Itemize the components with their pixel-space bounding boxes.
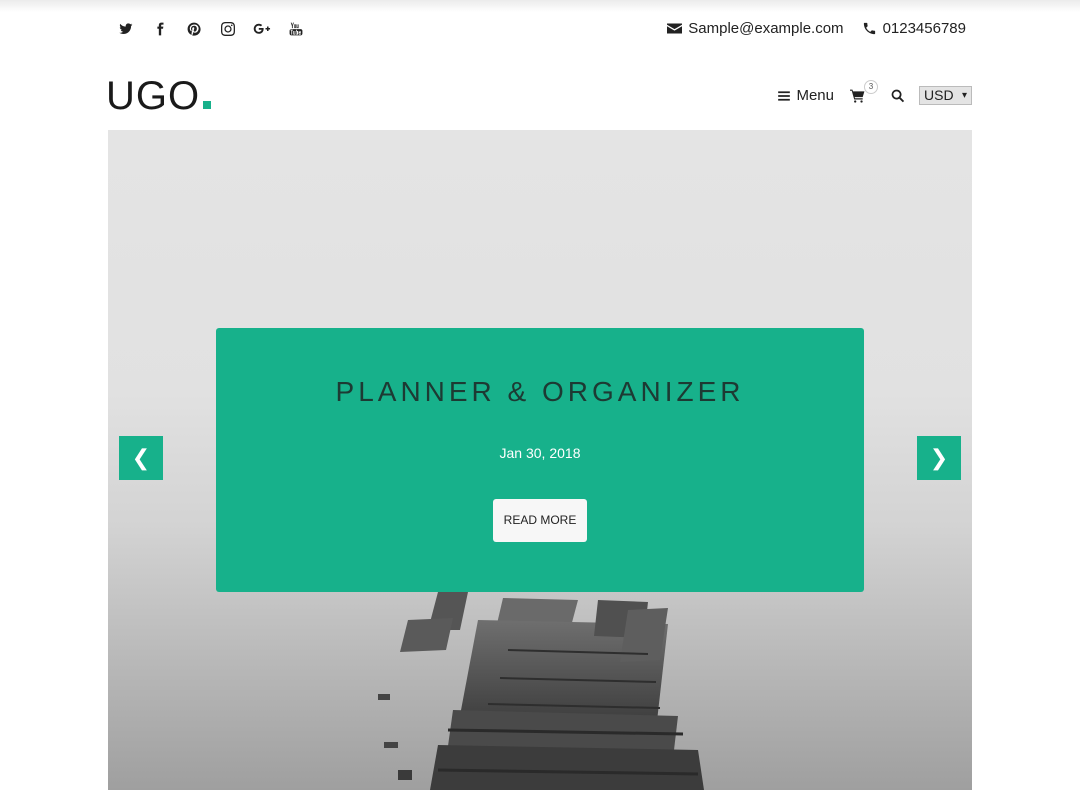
hamburger-icon	[778, 90, 791, 101]
contact-info: Sample@example.com 0123456789	[649, 20, 966, 37]
google-plus-icon[interactable]	[252, 19, 272, 39]
logo-dot	[203, 101, 212, 109]
cart-button[interactable]: 3	[850, 79, 878, 103]
email-link[interactable]: Sample@example.com	[667, 20, 844, 37]
cart-icon	[850, 89, 865, 103]
menu-label: Menu	[796, 87, 834, 104]
search-icon	[891, 89, 905, 102]
youtube-icon[interactable]	[286, 19, 306, 39]
facebook-icon[interactable]	[150, 19, 170, 39]
twitter-icon[interactable]	[116, 19, 136, 39]
menu-button[interactable]: Menu	[777, 87, 834, 104]
slide-card: PLANNER & ORGANIZER Jan 30, 2018 READ MO…	[216, 328, 864, 592]
hero-slider: PLANNER & ORGANIZER Jan 30, 2018 READ MO…	[108, 130, 972, 790]
pinterest-icon[interactable]	[184, 19, 204, 39]
search-button[interactable]	[891, 89, 905, 103]
slide-date: Jan 30, 2018	[499, 445, 581, 461]
phone-text: 0123456789	[882, 20, 966, 37]
chevron-down-icon: ▾	[961, 90, 967, 101]
currency-value: USD	[924, 87, 954, 103]
logo[interactable]: UGO	[106, 74, 212, 118]
slider-prev-button[interactable]: ❮	[119, 436, 163, 480]
phone-icon	[863, 22, 875, 35]
phone-link[interactable]: 0123456789	[862, 20, 966, 37]
currency-select[interactable]: USD ▾	[919, 86, 972, 105]
read-more-button[interactable]: READ MORE	[493, 499, 587, 542]
envelope-icon	[667, 23, 683, 34]
logo-text: UGO	[106, 74, 201, 118]
header-nav: Menu 3 USD ▾	[777, 79, 972, 105]
social-links	[116, 19, 320, 39]
slider-next-button[interactable]: ❯	[917, 436, 961, 480]
cart-count-badge: 3	[864, 79, 878, 94]
instagram-icon[interactable]	[218, 19, 238, 39]
top-bar: Sample@example.com 0123456789	[0, 0, 1080, 60]
email-text: Sample@example.com	[688, 20, 844, 37]
slide-title: PLANNER & ORGANIZER	[335, 376, 745, 407]
site-header: UGO Menu 3 USD ▾	[0, 70, 1080, 128]
